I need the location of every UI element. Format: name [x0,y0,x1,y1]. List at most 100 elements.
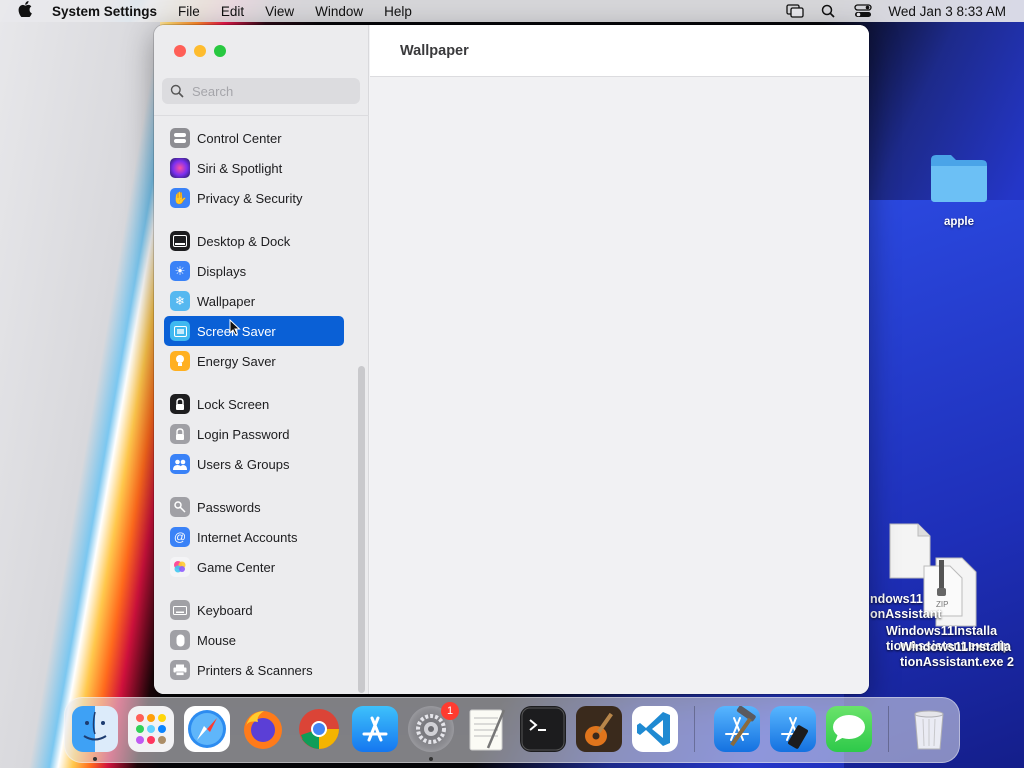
dock-vscode[interactable] [632,706,678,752]
running-indicator [429,757,433,761]
sidebar: Control Center Siri & Spotlight ✋ Privac… [154,25,369,694]
wallpaper-wave [844,200,1024,768]
dock-messages[interactable] [826,706,872,752]
vscode-icon [637,712,670,746]
sidebar-item-label: Internet Accounts [197,529,298,545]
dock-finder[interactable] [72,706,118,752]
desktop-folder-apple[interactable]: apple [928,152,990,228]
menu-edit[interactable]: Edit [221,4,244,19]
sidebar-item-label: Desktop & Dock [197,233,291,249]
sidebar-item-label: Keyboard [197,602,253,618]
lock-icon [170,394,190,414]
users-icon [170,454,190,474]
chrome-icon [299,709,339,749]
sidebar-item-printers-scanners[interactable]: Printers & Scanners [164,655,344,685]
sidebar-item-login-password[interactable]: Login Password [164,419,344,449]
control-center-menu-icon[interactable] [854,4,873,18]
folder-label: apple [943,216,975,228]
control-center-icon [170,128,190,148]
sidebar-item-displays[interactable]: ☀ Displays [164,256,344,286]
window-controls [174,45,234,57]
sidebar-item-siri-spotlight[interactable]: Siri & Spotlight [164,153,344,183]
menu-app-name[interactable]: System Settings [52,4,157,19]
trash-icon [914,710,944,750]
printer-icon [170,660,190,680]
dock-simulator[interactable] [770,706,816,752]
page-title: Wallpaper [400,42,469,59]
sidebar-item-mouse[interactable]: Mouse [164,625,344,655]
sidebar-item-label: Siri & Spotlight [197,160,283,176]
at-icon: @ [170,527,190,547]
sidebar-item-label: Users & Groups [197,456,290,472]
menu-window[interactable]: Window [315,4,363,19]
sidebar-item-label: Passwords [197,499,261,515]
menu-clock[interactable]: Wed Jan 3 8:33 AM [888,4,1006,19]
sidebar-item-wallpaper[interactable]: ❄ Wallpaper [164,286,344,316]
dock-xcode[interactable] [714,705,760,752]
textedit-icon [469,709,506,751]
dock-chrome[interactable] [296,706,342,752]
app-store-icon [362,716,388,742]
dock-garageband[interactable] [576,706,622,752]
zoom-button[interactable] [214,45,226,57]
sidebar-item-label: Privacy & Security [197,190,303,206]
bulb-icon [170,351,190,371]
sidebar-item-desktop-dock[interactable]: Desktop & Dock [164,226,344,256]
file-label-3: Windows11Installa tionAssistant.exe 2 [900,640,1014,670]
dock-terminal[interactable] [520,706,566,752]
firefox-icon [244,711,282,749]
mouse-icon [170,630,190,650]
sidebar-item-screen-saver[interactable]: Screen Saver [164,316,344,346]
snowflake-icon: ❄ [170,291,190,311]
menu-view[interactable]: View [265,4,294,19]
sidebar-item-users-groups[interactable]: Users & Groups [164,449,344,479]
key-icon [170,497,190,517]
minimize-button[interactable] [194,45,206,57]
keyboard-icon [170,600,190,620]
sidebar-item-lock-screen[interactable]: Lock Screen [164,389,344,419]
search-icon [170,84,184,98]
menu-help[interactable]: Help [384,4,412,19]
search-field[interactable] [162,78,360,104]
menu-file[interactable]: File [178,4,200,19]
sidebar-item-internet-accounts[interactable]: @ Internet Accounts [164,522,344,552]
dock-icon [170,231,190,251]
launchpad-icon [136,714,166,744]
terminal-icon [521,707,565,751]
sidebar-scrollbar[interactable] [358,366,365,693]
dock-textedit[interactable] [464,706,510,752]
sidebar-item-label: Printers & Scanners [197,662,313,678]
sidebar-item-label: Wallpaper [197,293,256,309]
sidebar-list: Control Center Siri & Spotlight ✋ Privac… [154,115,369,694]
dock-safari[interactable] [184,706,230,752]
spotlight-search-icon[interactable] [820,4,838,18]
simulator-icon [781,717,808,749]
dock-app-store[interactable] [352,706,398,752]
sidebar-item-passwords[interactable]: Passwords [164,492,344,522]
sidebar-item-label: Game Center [197,559,276,575]
sidebar-item-energy-saver[interactable]: Energy Saver [164,346,344,376]
dock-trash[interactable] [906,706,952,752]
mouse-pointer-icon [229,318,241,341]
sidebar-item-label: Energy Saver [197,353,276,369]
sidebar-item-privacy-security[interactable]: ✋ Privacy & Security [164,183,344,213]
apple-menu-icon[interactable] [18,1,38,21]
finder-icon [83,711,107,741]
file-label-2-line1: Windows11Installa [886,624,998,638]
chat-bubble-icon [833,715,865,742]
sidebar-item-control-center[interactable]: Control Center [164,123,344,153]
sidebar-item-game-center[interactable]: Game Center [164,552,344,582]
sidebar-item-label: Control Center [197,130,282,146]
guitar-icon [576,706,622,752]
close-button[interactable] [174,45,186,57]
game-center-icon [170,557,190,577]
sidebar-item-keyboard[interactable]: Keyboard [164,595,344,625]
menu-bar: System Settings File Edit View Window He… [0,0,1024,22]
search-input[interactable] [192,83,352,99]
dock-firefox[interactable] [240,706,286,752]
file-label-1: ndows11 onAssistant [870,592,942,622]
dock-launchpad[interactable] [128,706,174,752]
screen-mirroring-icon[interactable] [786,4,805,18]
system-settings-window: Control Center Siri & Spotlight ✋ Privac… [154,25,869,694]
wallpaper-stripe [0,22,160,768]
